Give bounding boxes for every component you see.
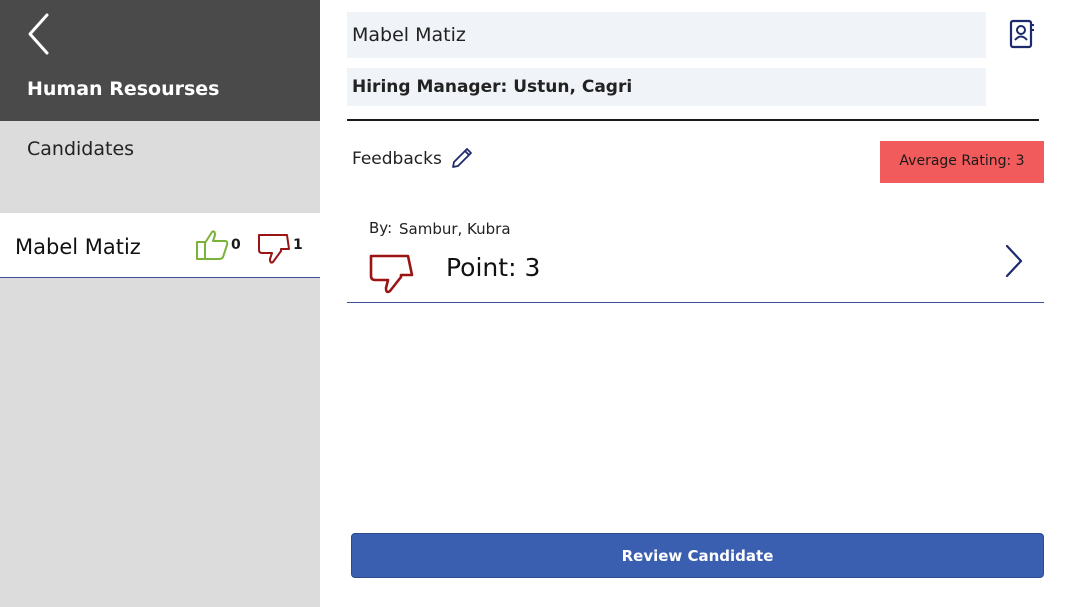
sidebar-header: Human Resourses (0, 0, 320, 121)
candidate-list-item[interactable]: Mabel Matiz 0 1 (0, 213, 320, 278)
review-candidate-label: Review Candidate (621, 547, 774, 565)
candidate-name-value: Mabel Matiz (352, 24, 466, 46)
thumbs-down-icon (258, 234, 290, 264)
hiring-manager-value: Hiring Manager: Ustun, Cagri (352, 77, 633, 97)
thumbs-up-count: 0 (231, 237, 241, 253)
thumbs-up-icon (196, 230, 229, 260)
hiring-manager-field: Hiring Manager: Ustun, Cagri (347, 68, 986, 106)
back-button[interactable] (22, 12, 56, 56)
feedback-point: Point: 3 (446, 253, 541, 282)
thumbs-down-icon (369, 254, 414, 294)
pencil-icon (452, 148, 472, 168)
feedbacks-label: Feedbacks (352, 149, 442, 169)
sidebar: Human Resourses Candidates Mabel Matiz 0… (0, 0, 320, 607)
review-candidate-button[interactable]: Review Candidate (351, 533, 1044, 578)
chevron-right-icon[interactable] (1003, 243, 1025, 279)
average-rating-text: Average Rating: 3 (899, 153, 1025, 169)
edit-feedbacks-button[interactable] (450, 146, 474, 170)
candidate-name: Mabel Matiz (15, 235, 141, 259)
contact-button[interactable] (1008, 18, 1036, 50)
chevron-left-icon (28, 13, 49, 55)
feedback-by-label: By: (369, 219, 393, 237)
section-label-candidates: Candidates (27, 138, 135, 160)
thumbs-down-count: 1 (293, 237, 303, 253)
feedback-by-value: Sambur, Kubra (399, 220, 511, 238)
app-title: Human Resourses (27, 78, 220, 100)
feedback-list-item[interactable]: By: Sambur, Kubra Point: 3 (347, 205, 1044, 303)
contact-card-icon (1009, 19, 1034, 49)
candidate-name-field: Mabel Matiz (347, 12, 986, 58)
divider (347, 119, 1039, 121)
average-rating-badge: Average Rating: 3 (880, 141, 1044, 183)
